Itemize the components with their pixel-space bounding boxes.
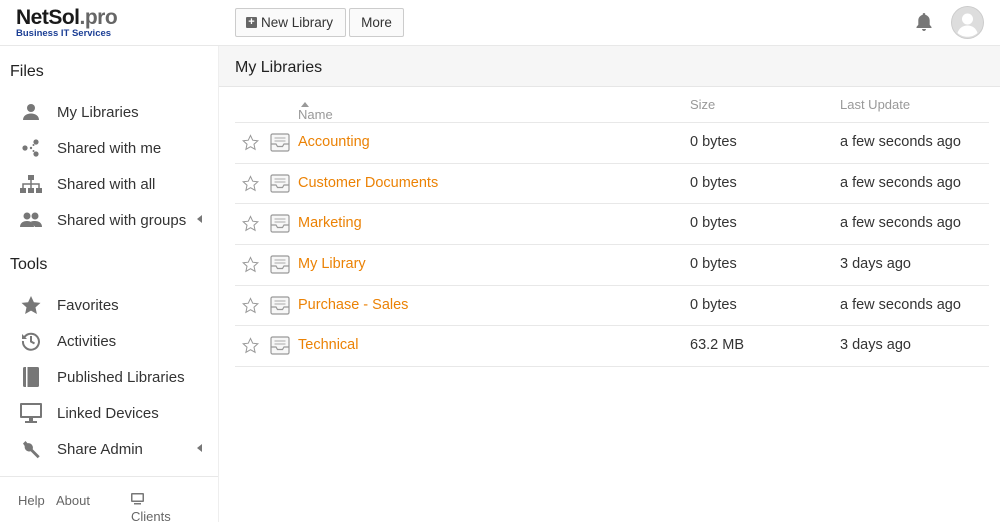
sidebar-item-published-libraries[interactable]: Published Libraries — [0, 359, 218, 395]
user-avatar[interactable] — [951, 6, 984, 39]
netsol-logo[interactable]: NetSol.pro Business IT Services — [16, 7, 156, 41]
sidebar-item-label: My Libraries — [57, 103, 139, 121]
star-outline-icon[interactable] — [242, 296, 259, 314]
new-library-label: New Library — [261, 15, 334, 30]
star-outline-icon[interactable] — [242, 215, 259, 232]
library-last-update: a few seconds ago — [840, 296, 961, 313]
library-last-update: a few seconds ago — [840, 215, 961, 232]
library-name-link[interactable]: Marketing — [298, 215, 362, 231]
logo-main-text: NetSol — [16, 6, 80, 29]
sidebar-item-label: Shared with groups — [57, 211, 187, 229]
help-link[interactable]: Help — [18, 493, 45, 508]
library-icon — [270, 296, 290, 315]
notification-bell-icon[interactable] — [912, 10, 936, 34]
library-size: 63.2 MB — [690, 337, 744, 354]
library-size: 0 bytes — [690, 215, 737, 232]
share-icon — [20, 138, 42, 158]
monitor-icon — [20, 403, 42, 423]
wrench-icon — [20, 439, 42, 459]
column-header-last-update[interactable]: Last Update — [840, 97, 910, 112]
library-icon — [270, 214, 290, 233]
new-library-button[interactable]: + New Library — [235, 8, 346, 37]
history-icon — [20, 331, 42, 351]
library-last-update: 3 days ago — [840, 256, 911, 273]
library-size: 0 bytes — [690, 296, 737, 313]
org-chart-icon — [20, 174, 42, 194]
sidebar-item-share-admin[interactable]: Share Admin — [0, 431, 218, 467]
table-row[interactable]: Customer Documents 0 bytes a few seconds… — [235, 164, 989, 205]
logo-suffix: .pro — [79, 6, 118, 29]
star-icon — [20, 295, 42, 315]
sidebar-item-label: Shared with me — [57, 139, 162, 157]
caret-left-icon — [197, 444, 202, 452]
library-icon — [270, 336, 290, 356]
files-heading: Files — [10, 63, 44, 80]
sidebar-item-shared-with-all[interactable]: Shared with all — [0, 166, 218, 202]
sidebar-item-favorites[interactable]: Favorites — [0, 287, 218, 323]
more-label: More — [361, 15, 392, 30]
sidebar-item-label: Shared with all — [57, 175, 156, 193]
table-row[interactable]: Purchase - Sales 0 bytes a few seconds a… — [235, 286, 989, 327]
library-name-link[interactable]: Accounting — [298, 134, 370, 150]
user-icon — [20, 102, 42, 122]
group-icon — [20, 210, 42, 230]
library-name-link[interactable]: Customer Documents — [298, 175, 438, 191]
top-header: NetSol.pro Business IT Services + New Li… — [0, 0, 1000, 46]
sidebar-item-label: Share Admin — [57, 440, 143, 458]
star-outline-icon[interactable] — [242, 134, 259, 151]
page-title: My Libraries — [235, 59, 323, 76]
main-title-bar: My Libraries — [219, 46, 1000, 87]
sidebar-item-my-libraries[interactable]: My Libraries — [0, 94, 218, 130]
library-last-update: 3 days ago — [840, 337, 911, 354]
sidebar: Files My Libraries Shared with me Shared… — [0, 46, 219, 522]
column-header-name[interactable]: Name — [298, 97, 333, 122]
library-size: 0 bytes — [690, 134, 737, 150]
sidebar-item-shared-with-me[interactable]: Shared with me — [0, 130, 218, 166]
plus-icon: + — [246, 17, 257, 28]
table-row[interactable]: Marketing 0 bytes a few seconds ago — [235, 204, 989, 246]
book-icon — [20, 367, 42, 387]
library-size: 0 bytes — [690, 174, 737, 191]
library-last-update: a few seconds ago — [840, 174, 961, 191]
sidebar-item-linked-devices[interactable]: Linked Devices — [0, 395, 218, 431]
sidebar-footer: Help About Clients — [0, 476, 218, 522]
star-outline-icon[interactable] — [242, 174, 259, 192]
library-name-link[interactable]: Purchase - Sales — [298, 297, 408, 313]
library-icon — [270, 174, 290, 193]
table-row[interactable]: My Library 0 bytes 3 days ago — [235, 245, 989, 286]
clients-label: Clients — [131, 509, 171, 522]
sidebar-item-label: Activities — [57, 332, 117, 350]
library-size: 0 bytes — [690, 256, 737, 273]
sidebar-item-label: Published Libraries — [57, 368, 185, 386]
table-row[interactable]: Technical 63.2 MB 3 days ago — [235, 326, 989, 368]
caret-left-icon — [197, 215, 202, 223]
logo-tagline: Business IT Services — [16, 28, 112, 39]
column-header-size[interactable]: Size — [690, 97, 715, 112]
clients-link[interactable]: Clients — [131, 493, 171, 522]
library-name-link[interactable]: Technical — [298, 337, 358, 353]
star-outline-icon[interactable] — [242, 256, 259, 273]
sidebar-item-shared-with-groups[interactable]: Shared with groups — [0, 202, 218, 238]
star-outline-icon[interactable] — [242, 337, 259, 354]
library-last-update: a few seconds ago — [840, 134, 961, 150]
about-link[interactable]: About — [56, 493, 90, 508]
more-button[interactable]: More — [349, 8, 404, 37]
sidebar-item-label: Linked Devices — [57, 404, 159, 422]
library-name-link[interactable]: My Library — [298, 256, 366, 272]
library-icon — [270, 133, 290, 152]
tools-heading: Tools — [10, 256, 48, 273]
table-row[interactable]: Accounting 0 bytes a few seconds ago — [235, 123, 989, 164]
libraries-table: Name Size Last Update Accounting 0 bytes… — [235, 87, 989, 368]
table-header: Name Size Last Update — [235, 87, 989, 123]
library-icon — [270, 255, 290, 274]
sidebar-item-activities[interactable]: Activities — [0, 323, 218, 359]
column-name-label: Name — [298, 107, 333, 122]
sidebar-item-label: Favorites — [57, 296, 119, 314]
monitor-icon — [131, 493, 144, 505]
